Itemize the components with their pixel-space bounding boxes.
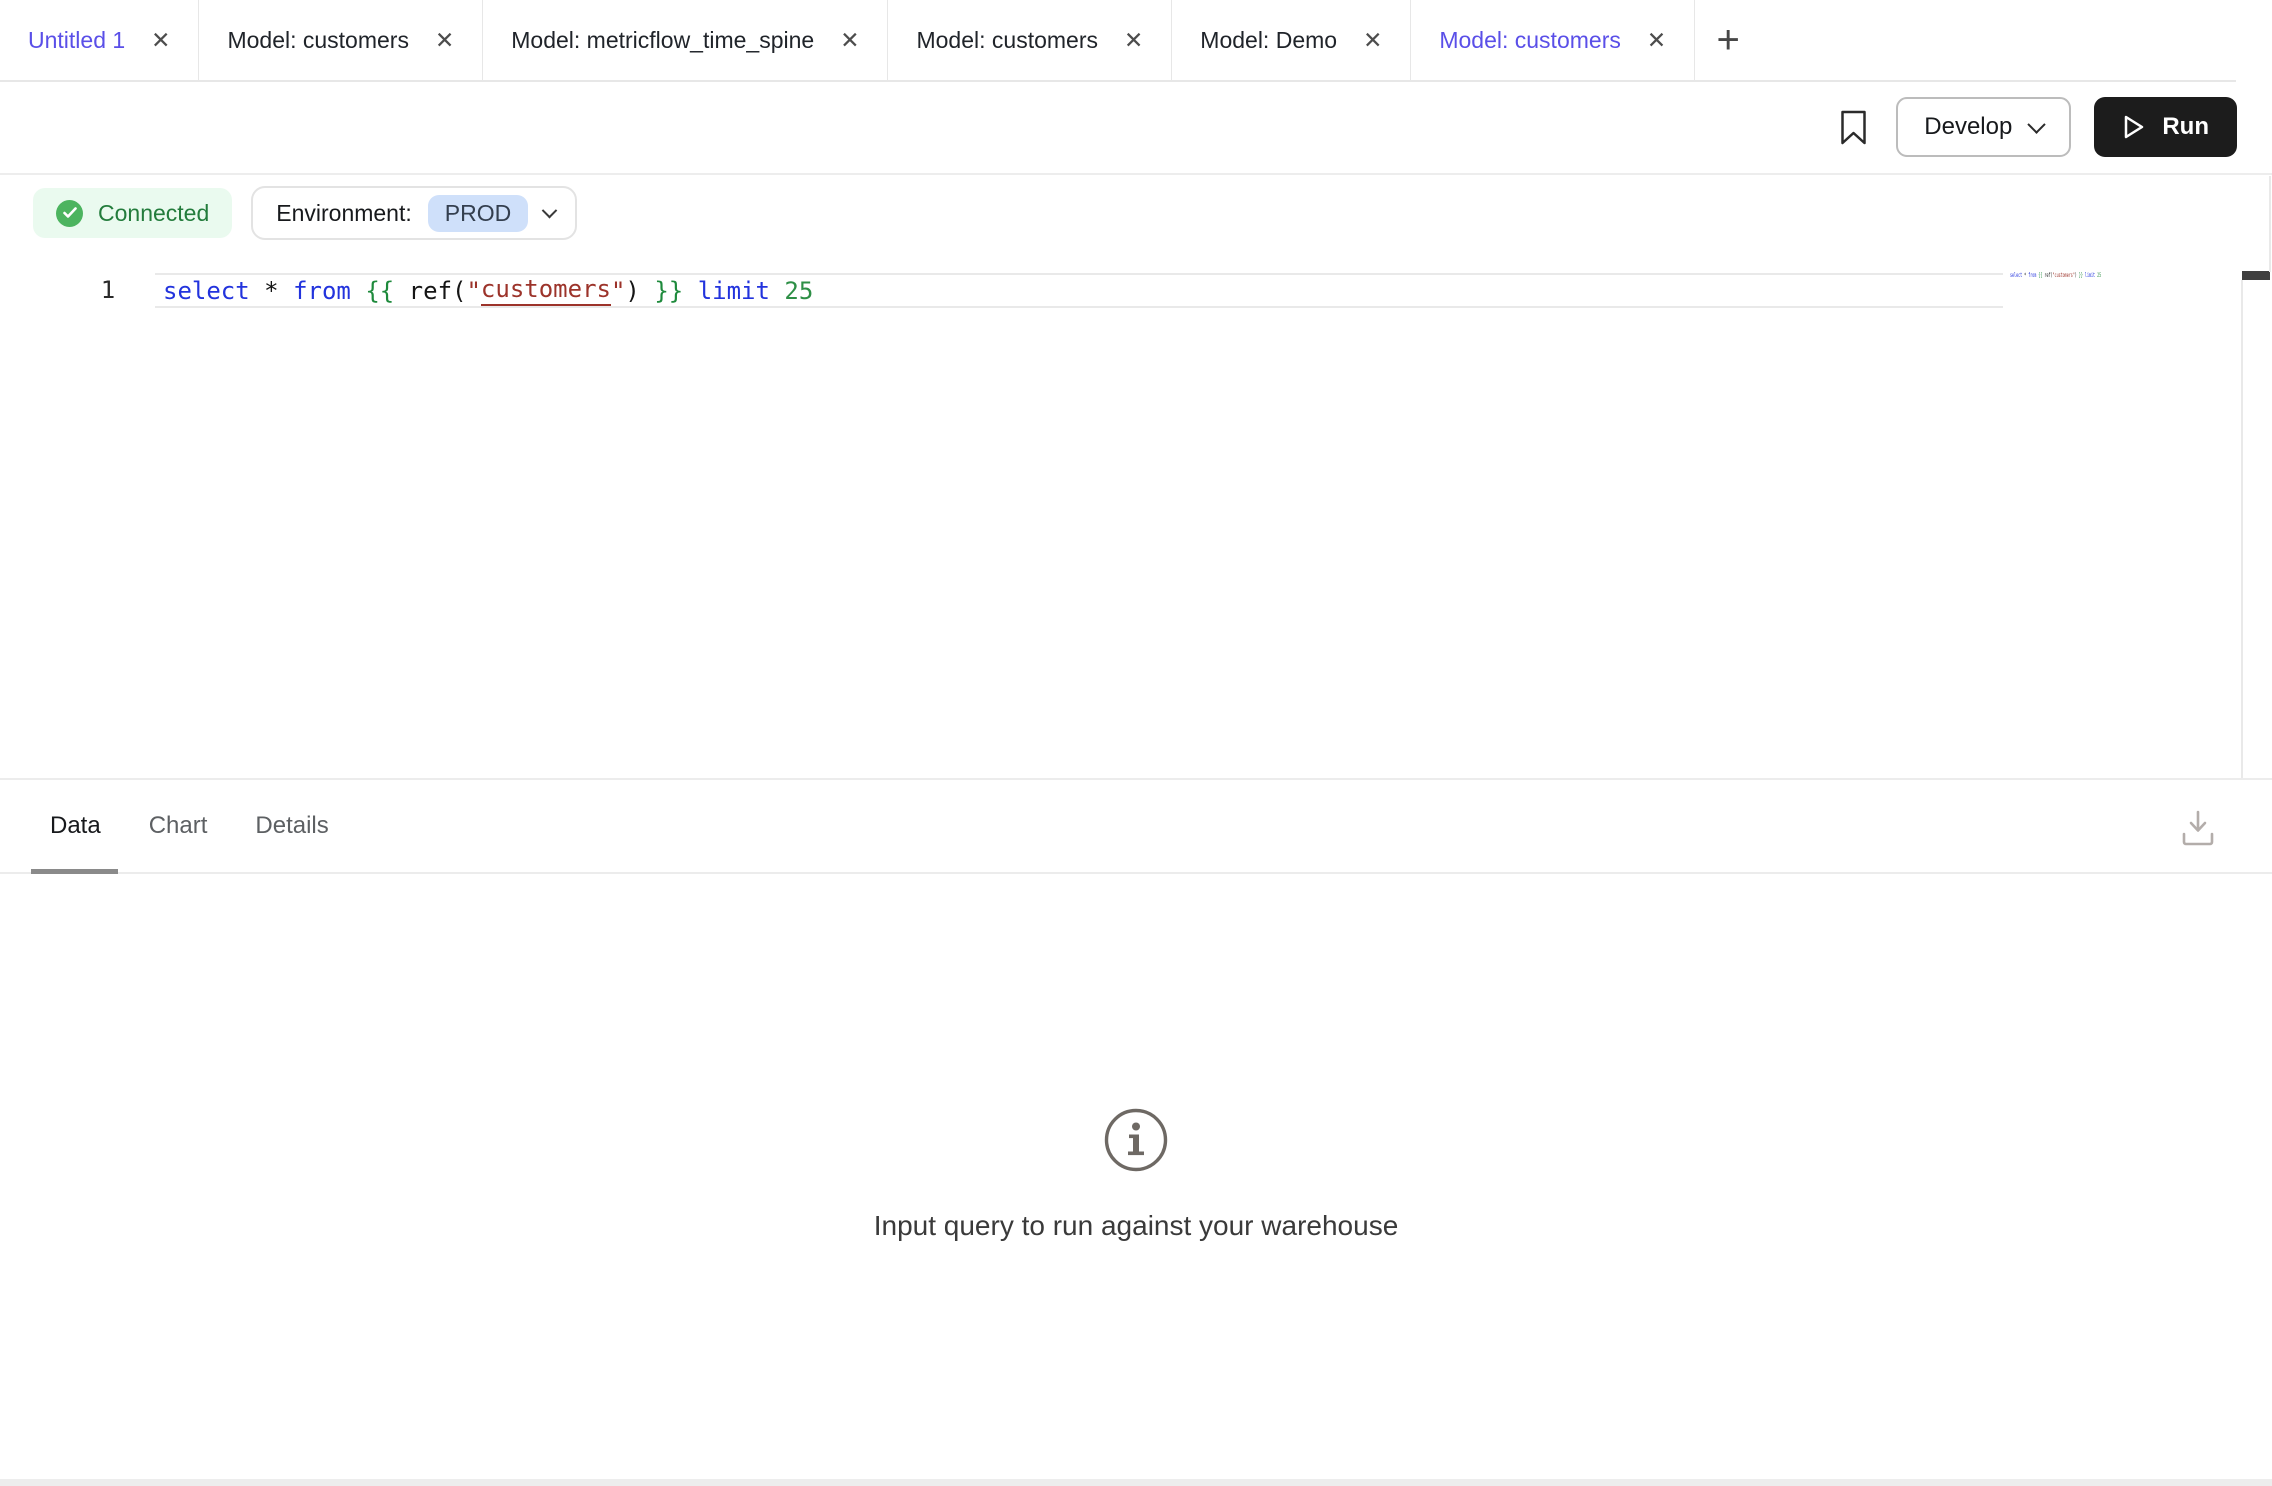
app-window: Untitled 1 ✕ Model: customers ✕ Model: m…	[0, 0, 2272, 1486]
tab-label: Untitled 1	[28, 27, 125, 54]
develop-dropdown-button[interactable]: Develop	[1896, 97, 2071, 157]
empty-state-message: Input query to run against your warehous…	[0, 1210, 2272, 1242]
editor-tab-bar: Untitled 1 ✕ Model: customers ✕ Model: m…	[0, 0, 2272, 81]
sql-editor[interactable]: 1 select * from {{ ref("customers") }} l…	[0, 250, 2272, 778]
code-line[interactable]: select * from {{ ref("customers") }} lim…	[155, 273, 2003, 308]
line-number: 1	[88, 273, 128, 308]
code-token: from	[293, 277, 351, 305]
tab-model-metricflow-time-spine[interactable]: Model: metricflow_time_spine ✕	[483, 0, 888, 81]
tab-model-demo[interactable]: Model: Demo ✕	[1172, 0, 1411, 81]
close-icon[interactable]: ✕	[840, 29, 859, 52]
tab-model-customers-1[interactable]: Model: customers ✕	[199, 0, 483, 81]
close-icon[interactable]: ✕	[151, 29, 170, 52]
connection-status-label: Connected	[98, 200, 209, 227]
run-button[interactable]: Run	[2094, 97, 2237, 157]
editor-minimap[interactable]: select * from {{ ref("customers") }} lim…	[2010, 272, 2101, 279]
close-icon[interactable]: ✕	[1647, 29, 1666, 52]
toolbar: Develop Run	[0, 81, 2272, 175]
close-icon[interactable]: ✕	[1363, 29, 1382, 52]
check-circle-icon	[56, 200, 83, 227]
tab-label: Model: customers	[227, 27, 409, 54]
tab-details[interactable]: Details	[255, 780, 328, 872]
tab-label: Model: customers	[1439, 27, 1621, 54]
tab-chart[interactable]: Chart	[149, 780, 208, 872]
code-token: {{	[365, 277, 394, 305]
tab-model-customers-2[interactable]: Model: customers ✕	[888, 0, 1172, 81]
ref-model-link[interactable]: customers	[481, 275, 611, 306]
scrollbar-track	[2269, 176, 2271, 272]
close-icon[interactable]: ✕	[1124, 29, 1143, 52]
code-token: limit	[698, 277, 770, 305]
tab-model-customers-3[interactable]: Model: customers ✕	[1411, 0, 1695, 81]
plus-icon: +	[1716, 18, 1739, 63]
chevron-down-icon	[542, 202, 558, 218]
code-token: select	[163, 277, 250, 305]
tab-data[interactable]: Data	[50, 780, 101, 872]
results-panel: Data Chart Details Input query to run ag…	[0, 778, 2272, 1479]
bottom-panel-edge	[0, 1479, 2272, 1486]
download-icon	[2179, 808, 2217, 848]
bookmark-button[interactable]	[1828, 97, 1878, 157]
environment-value-chip: PROD	[428, 195, 528, 232]
code-token: }}	[654, 277, 683, 305]
status-bar: Connected Environment: PROD	[0, 176, 2272, 250]
results-tab-bar: Data Chart Details	[0, 780, 2272, 874]
scrollbar-thumb[interactable]	[2242, 271, 2270, 280]
chevron-down-icon	[2028, 115, 2046, 133]
close-icon[interactable]: ✕	[435, 29, 454, 52]
tab-label: Model: customers	[916, 27, 1098, 54]
environment-selector[interactable]: Environment: PROD	[251, 186, 577, 240]
connection-status-badge: Connected	[33, 188, 232, 238]
tab-label: Model: Demo	[1200, 27, 1337, 54]
download-button[interactable]	[2176, 804, 2220, 852]
play-icon	[2122, 114, 2146, 140]
run-label: Run	[2162, 113, 2209, 141]
develop-label: Develop	[1924, 113, 2012, 141]
bookmark-icon	[1840, 110, 1867, 145]
environment-label: Environment:	[276, 200, 412, 227]
tab-label: Model: metricflow_time_spine	[511, 27, 814, 54]
code-token: ref(	[394, 277, 466, 305]
code-token: *	[264, 277, 278, 305]
tab-untitled-1[interactable]: Untitled 1 ✕	[0, 0, 199, 81]
info-circle-icon	[1103, 1107, 1169, 1178]
new-tab-button[interactable]: +	[1695, 0, 1761, 81]
code-token: 25	[784, 277, 813, 305]
